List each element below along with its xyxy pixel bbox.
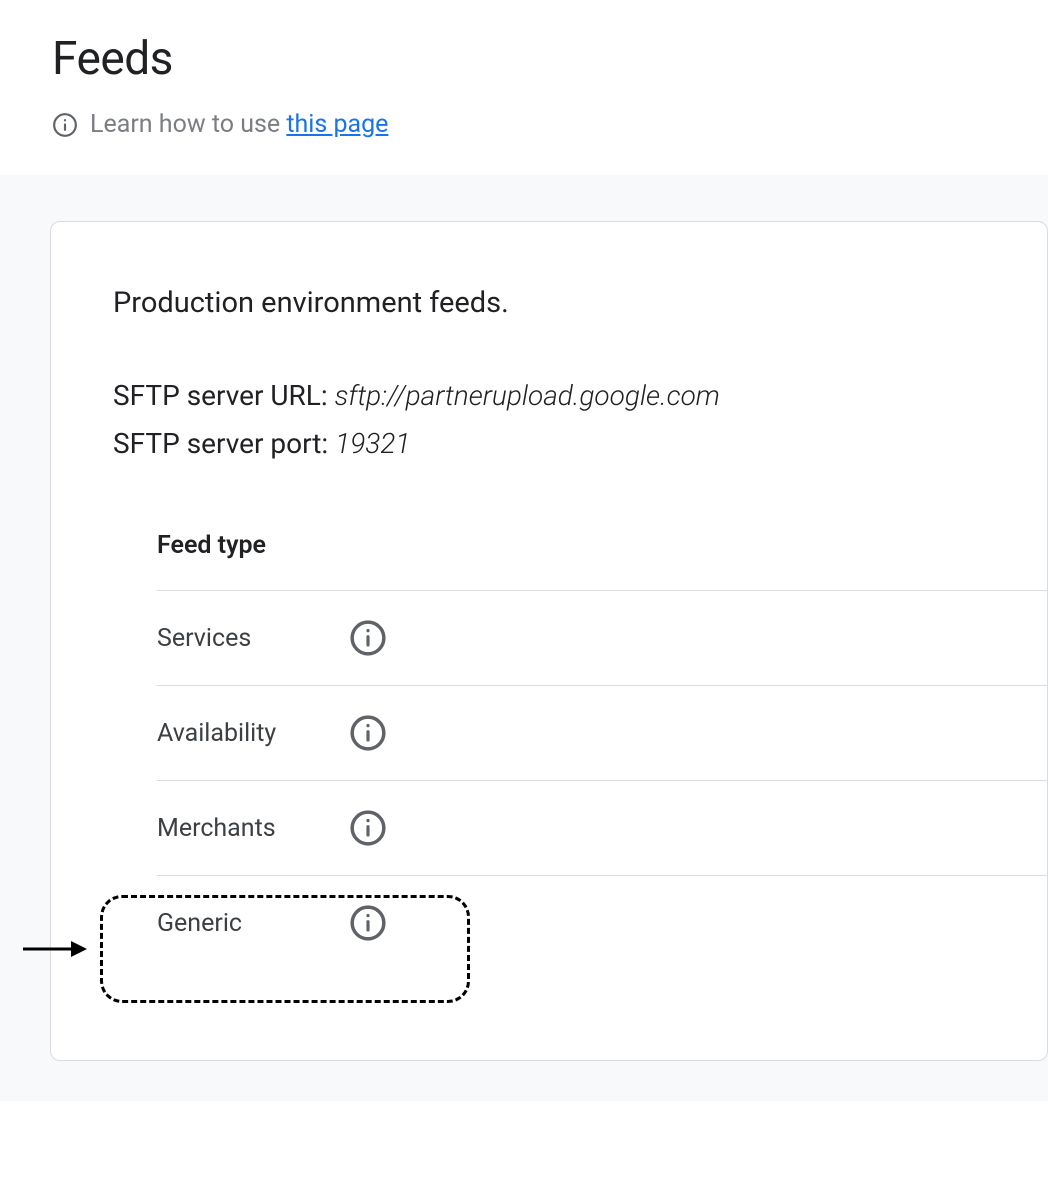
info-icon[interactable] bbox=[349, 714, 387, 752]
sftp-port-row: SFTP server port: 19321 bbox=[113, 420, 1047, 468]
table-row[interactable]: Services bbox=[157, 591, 1047, 685]
help-prefix: Learn how to use bbox=[90, 110, 286, 139]
sftp-port-label: SFTP server port: bbox=[113, 427, 335, 460]
feeds-card: Production environment feeds. SFTP serve… bbox=[50, 221, 1048, 1061]
feed-type-label: Services bbox=[157, 624, 349, 653]
table-row[interactable]: Merchants bbox=[157, 781, 1047, 875]
content-area: Production environment feeds. SFTP serve… bbox=[0, 175, 1048, 1101]
server-info: SFTP server URL: sftp://partnerupload.go… bbox=[113, 372, 1047, 467]
table-row[interactable]: Availability bbox=[157, 686, 1047, 780]
feed-type-table: Feed type Services Availability bbox=[113, 531, 1047, 970]
page-header: Feeds Learn how to use this page bbox=[0, 0, 1048, 175]
feed-type-label: Generic bbox=[157, 909, 349, 938]
sftp-url-value: sftp://partnerupload.google.com bbox=[335, 379, 720, 412]
help-link[interactable]: this page bbox=[286, 110, 388, 139]
sftp-url-label: SFTP server URL: bbox=[113, 379, 335, 412]
feed-type-label: Availability bbox=[157, 719, 349, 748]
help-row: Learn how to use this page bbox=[52, 110, 1048, 139]
annotation-arrow-icon bbox=[23, 937, 87, 961]
feed-type-label: Merchants bbox=[157, 814, 349, 843]
sftp-url-row: SFTP server URL: sftp://partnerupload.go… bbox=[113, 372, 1047, 420]
card-heading: Production environment feeds. bbox=[113, 286, 1047, 320]
sftp-port-value: 19321 bbox=[335, 427, 410, 460]
info-icon[interactable] bbox=[349, 904, 387, 942]
help-text: Learn how to use this page bbox=[90, 110, 388, 139]
info-icon bbox=[52, 112, 78, 138]
info-icon[interactable] bbox=[349, 809, 387, 847]
table-header-feed-type: Feed type bbox=[157, 531, 1047, 590]
table-row[interactable]: Generic bbox=[157, 876, 1047, 970]
info-icon[interactable] bbox=[349, 619, 387, 657]
page-title: Feeds bbox=[52, 32, 1048, 86]
